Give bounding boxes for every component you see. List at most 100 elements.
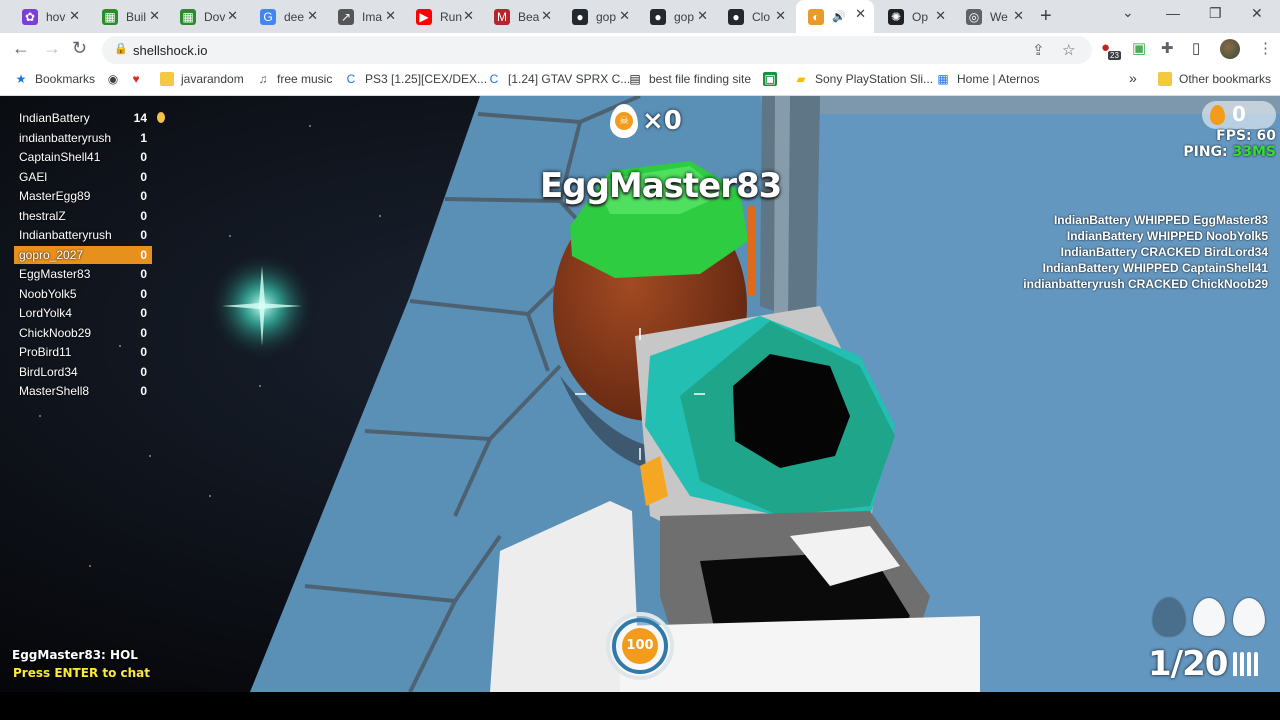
player-score: 0 (140, 228, 147, 242)
eggs-count: 0 (1232, 102, 1246, 126)
tab-2[interactable]: ▦ Dov ✕ (168, 2, 246, 31)
scoreboard-row: IndianBattery 14 (14, 109, 152, 127)
green-square-icon: ▣ (763, 72, 777, 86)
tab-audio-icon[interactable]: 🔊 (832, 10, 846, 23)
tab-8[interactable]: ● gop ✕ (638, 2, 716, 31)
scoreboard-row: gopro_2027 0 (14, 245, 152, 264)
menu-kebab-icon[interactable]: ⋮ (1258, 39, 1273, 57)
kill-feed-entry: IndianBattery WHIPPED CaptainShell41 (1042, 261, 1268, 275)
openai-icon: ✺ (888, 8, 904, 25)
kill-feed-entry: indianbatteryrush CRACKED ChickNoob29 (1023, 277, 1268, 291)
forward-button[interactable]: → (43, 38, 61, 59)
kill-feed-entry: IndianBattery CRACKED BirdLord34 (1060, 245, 1268, 259)
target-player-name: EggMaster83 (540, 166, 782, 206)
maximize-button[interactable]: ❐ (1209, 5, 1222, 22)
bookmark-item-9[interactable]: ▰ Sony PlayStation Sli... (794, 72, 933, 86)
tab-9[interactable]: ● Clo ✕ (716, 2, 794, 31)
player-score: 0 (140, 247, 147, 262)
player-name: LordYolk4 (19, 306, 72, 320)
health-value: 100 (626, 638, 654, 653)
reload-button[interactable]: ↻ (72, 38, 87, 59)
bookmark-item-8[interactable]: ▣ (763, 72, 784, 86)
tab-label: Dov (204, 9, 226, 24)
tab-close-icon[interactable]: ✕ (697, 8, 708, 24)
tab-close-icon[interactable]: ✕ (541, 8, 552, 24)
tab-close-icon[interactable]: ✕ (227, 8, 238, 24)
address-bar[interactable]: 🔒 shellshock.io ⇪ ☆ (102, 36, 1092, 64)
globe-icon: ◎ (966, 8, 982, 25)
tab-close-icon[interactable]: ✕ (149, 8, 160, 24)
ping-label: PING: (1183, 144, 1228, 160)
bookmark-item-2[interactable]: ♥ (129, 72, 150, 86)
tab-7[interactable]: ● gop ✕ (560, 2, 638, 31)
bookmark-item-7[interactable]: ▤ best file finding site (628, 72, 751, 86)
tab-label: Op (912, 9, 929, 24)
scoreboard-row: CaptainShell41 0 (14, 148, 152, 166)
tab-label: gop (596, 9, 617, 24)
player-score: 0 (140, 306, 147, 320)
tab-close-icon[interactable]: ✕ (463, 8, 474, 24)
player-name: MasterShell8 (19, 384, 90, 398)
chat-message: EggMaster83: HOL (12, 648, 138, 662)
pillar (760, 96, 820, 326)
file-icon: ▤ (629, 72, 641, 86)
bookmark-item-5[interactable]: C PS3 [1.25][CEX/DEX... (344, 72, 487, 86)
more-bookmarks-chevron[interactable]: » (1129, 70, 1137, 86)
tab-label: Buil (126, 9, 147, 24)
tab-close-icon[interactable]: ✕ (935, 8, 946, 24)
puzzle-extensions-icon[interactable]: ✚ (1161, 39, 1174, 57)
c-icon: C (346, 72, 356, 86)
bookmark-item-1[interactable]: ◉ (106, 72, 127, 86)
tab-close-icon[interactable]: ✕ (307, 8, 318, 24)
bookmark-item-3[interactable]: javarandom (160, 72, 244, 86)
tab-0[interactable]: ✿ hov ✕ (10, 2, 88, 31)
multicolor-favicon-icon: ✿ (22, 8, 38, 25)
ping-value: 33MS (1232, 144, 1277, 160)
close-window-button[interactable]: ✕ (1251, 5, 1263, 22)
tab-close-icon[interactable]: ✕ (619, 8, 630, 24)
tab-label: hov (46, 9, 66, 24)
bookmark-star-icon[interactable]: ☆ (1062, 41, 1075, 59)
back-button[interactable]: ← (12, 38, 30, 59)
tab-10[interactable]: ◐ 🔊 ✕ (796, 0, 874, 33)
extension-badge: 23 (1108, 51, 1121, 60)
player-score: 0 (140, 169, 147, 184)
google-icon: G (260, 8, 276, 25)
tab-label: Bea (518, 9, 540, 24)
scoreboard-row: MasterEgg89 0 (14, 187, 152, 205)
minimize-button[interactable]: — (1166, 5, 1180, 21)
tab-12[interactable]: ◎ We ✕ (954, 2, 1032, 31)
tab-3[interactable]: Gdee ✕ (248, 2, 326, 31)
share-icon[interactable]: ⇪ (1032, 41, 1045, 59)
chat-hint[interactable]: Press ENTER to chat (13, 666, 150, 680)
tab-close-icon[interactable]: ✕ (855, 6, 866, 22)
bookmark-item-10[interactable]: ▦ Home | Aternos (936, 72, 1039, 86)
tab-close-icon[interactable]: ✕ (775, 8, 786, 24)
bookmarks-bar: ★ Bookmarks ◉ ♥ javarandom ♫ free music C PS3 [1… (0, 65, 1280, 96)
game-canvas[interactable]: IndianBattery 14 indianbatteryrush 1 Captain… (0, 96, 1280, 692)
tab-4[interactable]: ↗ Ima ✕ (326, 2, 404, 31)
tab-close-icon[interactable]: ✕ (1013, 8, 1024, 24)
tab-5[interactable]: ▶ Run ✕ (404, 2, 482, 31)
side-panel-icon[interactable]: ▯ (1192, 39, 1200, 57)
green-box-favicon-icon: ▦ (180, 8, 196, 25)
tab-strip: ✿ hov ✕ ▦ Buil ✕ ▦ Dov ✕ Gdee ✕ ↗ Ima ✕ ▶ Run ✕ M Bea ✕ ● gop… (0, 0, 1280, 33)
bookmark-item-6[interactable]: C [1.24] GTAV SPRX C... (487, 72, 631, 86)
player-name: indianbatteryrush (19, 130, 112, 145)
bookmark-item-4[interactable]: ♫ free music (256, 72, 333, 86)
new-tab-button[interactable]: + (1040, 5, 1052, 28)
tab-search-chevron-icon[interactable]: ⌄ (1122, 4, 1134, 21)
tab-close-icon[interactable]: ✕ (69, 8, 80, 24)
bookmark-item-0[interactable]: ★ Bookmarks (14, 72, 95, 86)
extension-colorful-icon[interactable]: ▣ (1132, 39, 1146, 57)
scoreboard-row: thestralZ 0 (14, 207, 152, 225)
tab-11[interactable]: ✺ Op ✕ (876, 2, 954, 31)
tab-1[interactable]: ▦ Buil ✕ (90, 2, 168, 31)
profile-avatar[interactable] (1220, 39, 1240, 59)
tab-close-icon[interactable]: ✕ (385, 8, 396, 24)
other-bookmarks-folder[interactable]: Other bookmarks (1158, 72, 1271, 86)
player-name: ChickNoob29 (19, 325, 92, 340)
grenade-icon (1233, 598, 1265, 636)
player-name: EggMaster83 (19, 267, 91, 281)
tab-6[interactable]: M Bea ✕ (482, 2, 560, 31)
